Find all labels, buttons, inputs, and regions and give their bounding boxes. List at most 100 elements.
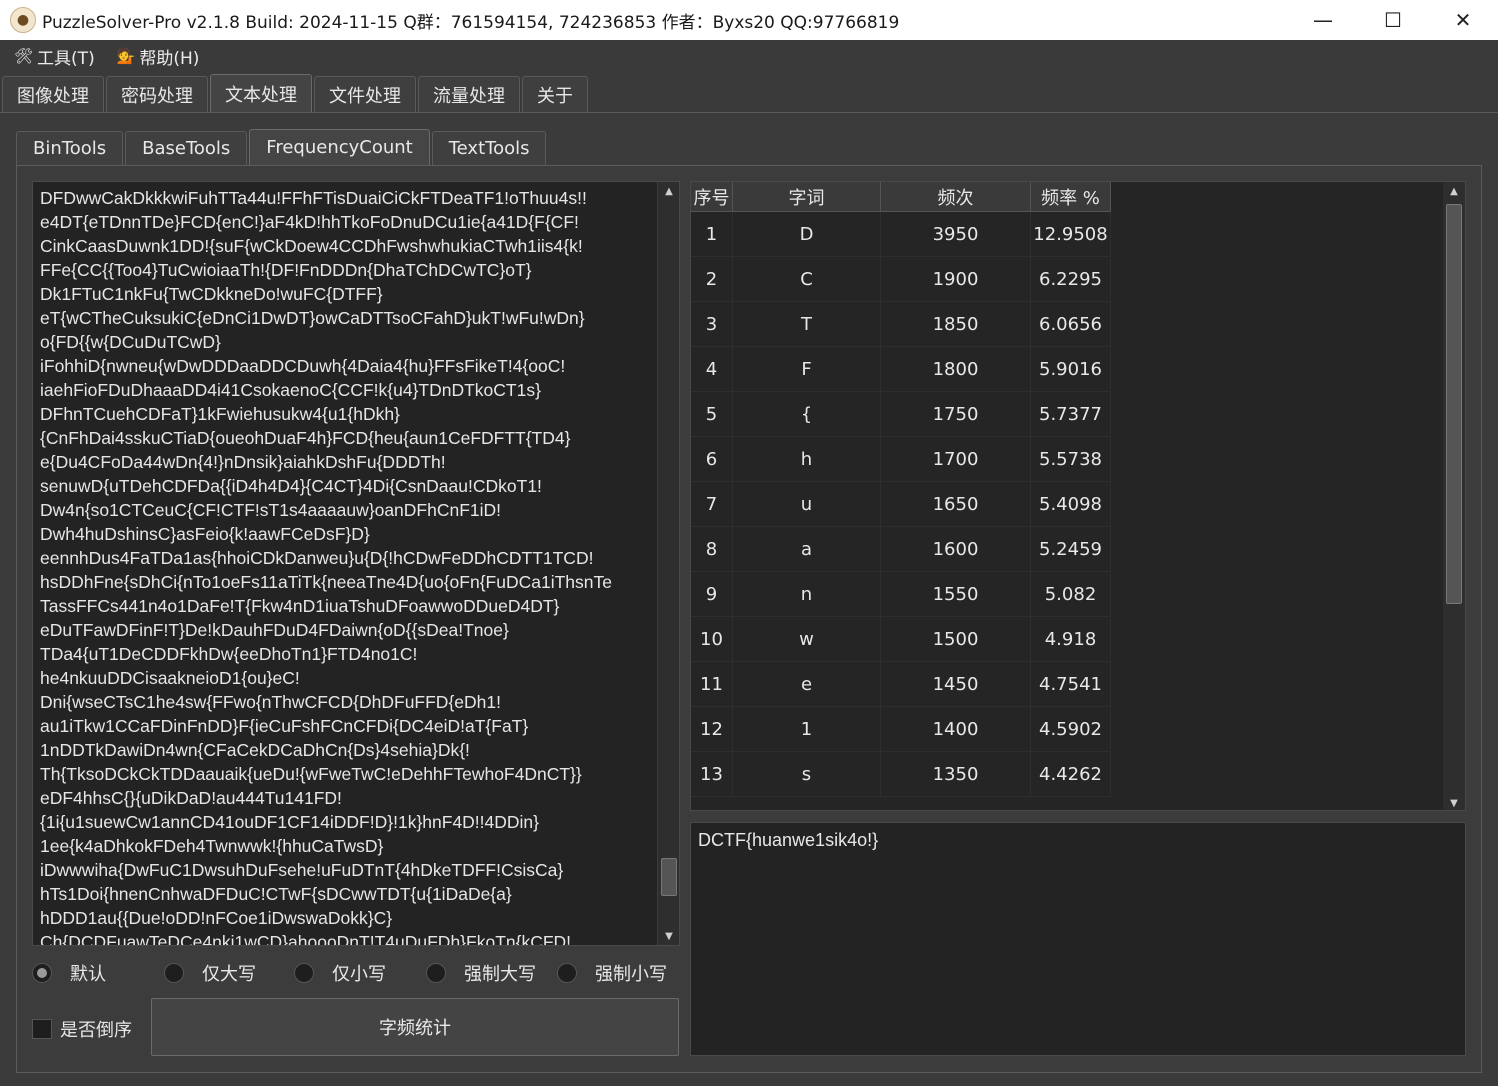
scroll-up-arrow-icon[interactable]: ▲ [658,182,679,200]
cell-count: 1850 [881,302,1031,347]
reverse-label: 是否倒序 [60,1020,132,1041]
radio-lower-only-indicator[interactable] [294,963,314,983]
table-scroll-up-arrow-icon[interactable]: ▲ [1443,182,1465,200]
close-button[interactable]: ✕ [1428,0,1498,40]
cell-percent: 5.4098 [1031,482,1111,527]
tab-file[interactable]: 文件处理 [314,76,416,112]
table-row[interactable]: 10 w 1500 4.918 [691,617,1111,662]
cell-percent: 5.5738 [1031,437,1111,482]
table-row[interactable]: 6 h 1700 5.5738 [691,437,1111,482]
cell-index: 1 [691,212,733,257]
tab-traffic[interactable]: 流量处理 [418,76,520,112]
frequency-count-button[interactable]: 字频统计 [151,998,679,1056]
cell-count: 1500 [881,617,1031,662]
tab-crypto[interactable]: 密码处理 [106,76,208,112]
radio-force-lower-label: 强制小写 [595,964,667,985]
table-row[interactable]: 11 e 1450 4.7541 [691,662,1111,707]
radio-default[interactable]: 默认 [32,958,106,988]
result-text[interactable]: DCTF{huanwe1sik4o!} [698,830,878,851]
radio-force-lower[interactable]: 强制小写 [557,958,667,988]
subtab-texttools[interactable]: TextTools [431,131,547,165]
cell-count: 1900 [881,257,1031,302]
minimize-button[interactable]: — [1288,0,1358,40]
cell-index: 11 [691,662,733,707]
radio-default-label: 默认 [70,964,106,985]
table-scroll-down-arrow-icon[interactable]: ▼ [1443,794,1465,810]
title-bar: ● PuzzleSolver-Pro v2.1.8 Build: 2024-11… [0,0,1498,40]
table-scrollbar[interactable]: ▲ ▼ [1443,182,1465,810]
reverse-checkbox[interactable] [32,1019,52,1039]
cell-token: a [733,527,881,572]
cell-percent: 5.7377 [1031,392,1111,437]
cell-count: 3950 [881,212,1031,257]
table-row[interactable]: 9 n 1550 5.082 [691,572,1111,617]
cell-count: 1550 [881,572,1031,617]
cell-count: 1400 [881,707,1031,752]
cell-percent: 4.918 [1031,617,1111,662]
tools-icon: 🛠 [14,47,34,65]
menu-help[interactable]: 💁 帮助(H) [117,44,200,69]
menu-tools[interactable]: 🛠 工具(T) [14,44,95,69]
tab-about[interactable]: 关于 [522,76,588,112]
table-row[interactable]: 2 C 1900 6.2295 [691,257,1111,302]
header-token[interactable]: 字词 [733,182,881,212]
radio-force-upper-indicator[interactable] [426,963,446,983]
table-row[interactable]: 8 a 1600 5.2459 [691,527,1111,572]
radio-force-upper[interactable]: 强制大写 [426,958,536,988]
subtab-bintools[interactable]: BinTools [16,131,124,165]
input-scrollbar[interactable]: ▲ ▼ [657,182,679,945]
cell-count: 1700 [881,437,1031,482]
table-row[interactable]: 5{1750 5.7377 [691,392,1111,437]
menu-help-label: 帮助(H) [139,48,200,69]
scroll-down-arrow-icon[interactable]: ▼ [658,927,679,945]
cell-token: u [733,482,881,527]
table-header: 序号 字词 频次 频率 % [691,182,1111,212]
tab-image[interactable]: 图像处理 [2,76,104,112]
subtab-basetools[interactable]: BaseTools [125,131,248,165]
cell-percent: 6.0656 [1031,302,1111,347]
table-row[interactable]: 3 T 1850 6.0656 [691,302,1111,347]
radio-force-lower-indicator[interactable] [557,963,577,983]
result-output[interactable]: DCTF{huanwe1sik4o!} [690,822,1466,1056]
cell-index: 2 [691,257,733,302]
cell-token: F [733,347,881,392]
scroll-thumb[interactable] [661,858,677,896]
window-controls: — ☐ ✕ [1288,0,1498,40]
cell-token: T [733,302,881,347]
radio-lower-only-label: 仅小写 [332,964,386,985]
maximize-button[interactable]: ☐ [1358,0,1428,40]
input-text-area[interactable]: DFDwwCakDkkkwiFuhTTa44u!FFhFTisDuaiCiCkF… [32,181,680,946]
reverse-option[interactable]: 是否倒序 [32,1014,132,1044]
sub-tab-bar: BinTools BaseTools FrequencyCount TextTo… [16,129,548,165]
cell-token: s [733,752,881,797]
cell-percent: 6.2295 [1031,257,1111,302]
case-options: 默认 仅大写 仅小写 强制大写 强制小写 [32,958,682,988]
cell-count: 1350 [881,752,1031,797]
menu-bar: 🛠 工具(T) 💁 帮助(H) [0,40,1498,72]
table-row[interactable]: 7 u 1650 5.4098 [691,482,1111,527]
radio-force-upper-label: 强制大写 [464,964,536,985]
table-scroll-thumb[interactable] [1446,204,1462,604]
cell-index: 8 [691,527,733,572]
header-percent[interactable]: 频率 % [1031,182,1111,212]
window-title: PuzzleSolver-Pro v2.1.8 Build: 2024-11-1… [42,12,900,33]
table-row[interactable]: 1 D 3950 12.9508 [691,212,1111,257]
header-index[interactable]: 序号 [691,182,733,212]
cell-token: C [733,257,881,302]
subtab-frequencycount[interactable]: FrequencyCount [249,129,430,165]
radio-upper-only-indicator[interactable] [164,963,184,983]
radio-default-indicator[interactable] [32,963,52,983]
app-logo-icon: ● [10,7,36,33]
cell-index: 7 [691,482,733,527]
radio-upper-only[interactable]: 仅大写 [164,958,256,988]
table-row[interactable]: 13 s 1350 4.4262 [691,752,1111,797]
header-count[interactable]: 频次 [881,182,1031,212]
cell-index: 6 [691,437,733,482]
radio-lower-only[interactable]: 仅小写 [294,958,386,988]
table-row[interactable]: 12 1 1400 4.5902 [691,707,1111,752]
input-text[interactable]: DFDwwCakDkkkwiFuhTTa44u!FFhFTisDuaiCiCkF… [40,186,652,945]
tab-text[interactable]: 文本处理 [210,74,312,112]
cell-percent: 5.9016 [1031,347,1111,392]
table-row[interactable]: 4 F 1800 5.9016 [691,347,1111,392]
cell-percent: 4.4262 [1031,752,1111,797]
